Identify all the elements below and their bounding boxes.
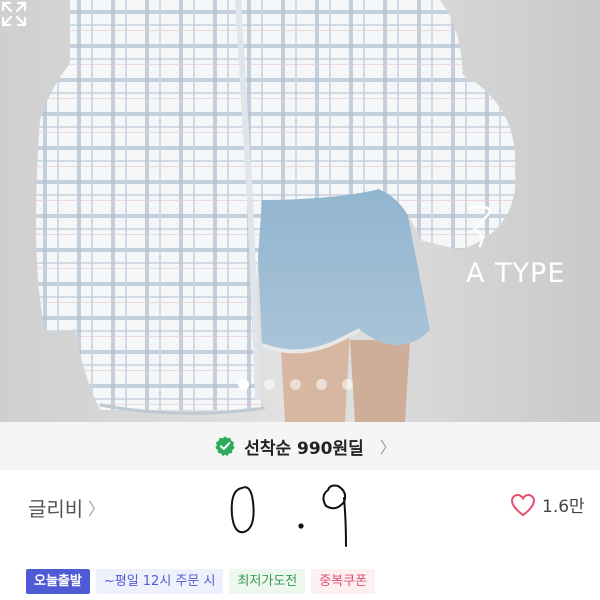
shipping-badges: 오늘출발 ~평일 12시 주문 시 최저가도전 중복쿠폰 <box>26 569 376 594</box>
expand-icon[interactable] <box>0 0 28 28</box>
product-photo[interactable]: A TYPE <box>0 0 600 422</box>
product-photo-illustration <box>0 0 600 422</box>
badge-lowest-price: 최저가도전 <box>229 569 306 594</box>
handwritten-scribble <box>230 484 347 547</box>
deal-banner[interactable]: 선착순 990원딜 〉 <box>0 422 600 470</box>
badge-duplicate-coupon: 중복쿠폰 <box>311 569 376 594</box>
like-count: 1.6만 <box>542 497 585 517</box>
badge-today-shipping: 오늘출발 <box>26 569 90 594</box>
badge-order-deadline: ~평일 12시 주문 시 <box>95 569 224 594</box>
brand-name-link[interactable]: 글리비 <box>28 493 83 522</box>
heart-icon <box>510 493 536 516</box>
carousel-indicator[interactable] <box>238 379 353 391</box>
carousel-dot[interactable] <box>264 379 275 390</box>
deal-label: 선착순 990원딜 <box>244 438 364 459</box>
chevron-right-icon: 〉 <box>88 500 105 520</box>
check-badge-icon <box>215 436 235 457</box>
carousel-dot[interactable] <box>342 379 353 390</box>
carousel-dot[interactable] <box>316 379 327 390</box>
photo-type-label: A TYPE <box>466 258 566 289</box>
chevron-right-icon: 〉 <box>379 438 396 457</box>
like-button[interactable]: 1.6만 <box>510 492 585 517</box>
carousel-dot[interactable] <box>238 379 249 390</box>
carousel-dot[interactable] <box>290 379 301 390</box>
